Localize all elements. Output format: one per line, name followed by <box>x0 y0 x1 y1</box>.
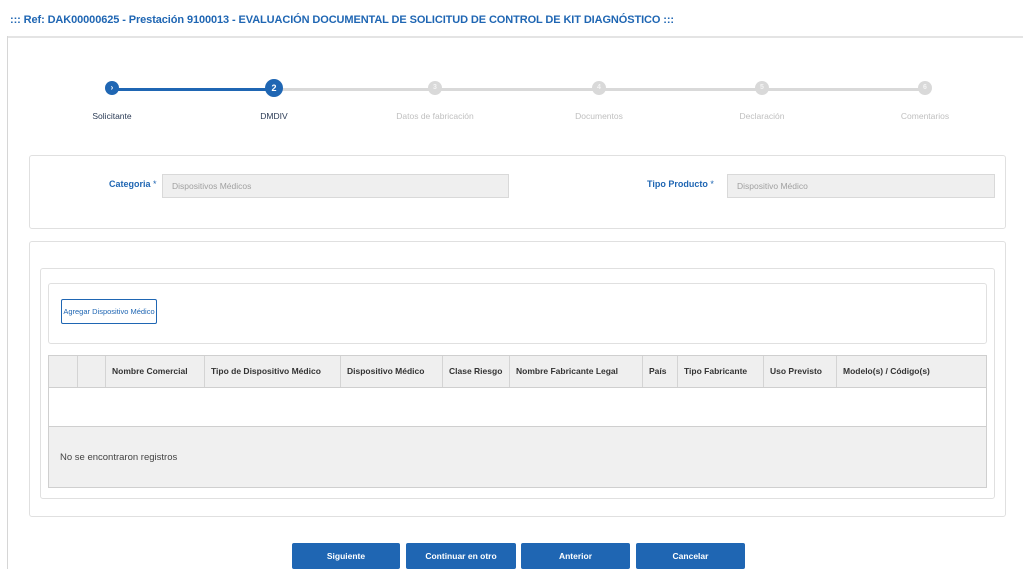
step-2-circle[interactable]: 2 <box>265 79 283 97</box>
step-5-circle: 5 <box>755 81 769 95</box>
step-6-label: Comentarios <box>900 111 950 121</box>
column-header-pais[interactable]: País <box>643 356 678 387</box>
column-header-fabricante-legal[interactable]: Nombre Fabricante Legal <box>510 356 643 387</box>
step-3-circle: 3 <box>428 81 442 95</box>
progress-stepper: › 2 3 4 5 6 Solicitante DMDIV Datos de f… <box>0 0 1023 140</box>
categoria-field[interactable]: Dispositivos Médicos <box>162 174 509 198</box>
tipo-producto-label: Tipo Producto * <box>647 179 714 189</box>
previous-button[interactable]: Anterior <box>521 543 630 569</box>
add-device-button[interactable]: Agregar Dispositivo Médico <box>61 299 157 324</box>
column-header-modelos-codigos[interactable]: Modelo(s) / Código(s) <box>837 356 986 387</box>
categoria-label: Categoria * <box>109 179 157 189</box>
column-header-tipo-fabricante[interactable]: Tipo Fabricante <box>678 356 764 387</box>
tipo-producto-label-text: Tipo Producto <box>647 179 708 189</box>
column-header-uso-previsto[interactable]: Uso Previsto <box>764 356 837 387</box>
empty-message: No se encontraron registros <box>49 427 986 487</box>
cancel-button[interactable]: Cancelar <box>636 543 745 569</box>
step-4-label: Documentos <box>575 111 623 121</box>
next-button[interactable]: Siguiente <box>292 543 400 569</box>
step-4-circle: 4 <box>592 81 606 95</box>
step-6-circle: 6 <box>918 81 932 95</box>
column-header-select <box>49 356 78 387</box>
step-3-label: Datos de fabricación <box>396 111 474 121</box>
column-header-nombre-comercial[interactable]: Nombre Comercial <box>106 356 205 387</box>
categoria-label-text: Categoria <box>109 179 151 189</box>
devices-table: Nombre Comercial Tipo de Dispositivo Méd… <box>48 355 987 488</box>
column-header-tipo-dispositivo[interactable]: Tipo de Dispositivo Médico <box>205 356 341 387</box>
step-1-label[interactable]: Solicitante <box>52 111 172 121</box>
continue-later-button[interactable]: Continuar en otro momento <box>406 543 516 569</box>
step-5-label: Declaración <box>739 111 785 121</box>
required-marker: * <box>153 179 157 189</box>
column-header-clase-riesgo[interactable]: Clase Riesgo <box>443 356 510 387</box>
column-header-actions <box>78 356 106 387</box>
table-row <box>49 388 986 427</box>
step-1-check-icon[interactable]: › <box>105 81 119 95</box>
step-2-label[interactable]: DMDIV <box>214 111 334 121</box>
stepper-line-1 <box>118 88 273 91</box>
required-marker: * <box>710 179 714 189</box>
table-header: Nombre Comercial Tipo de Dispositivo Méd… <box>49 356 986 388</box>
tipo-producto-field[interactable]: Dispositivo Médico <box>727 174 995 198</box>
column-header-dispositivo-medico[interactable]: Dispositivo Médico <box>341 356 443 387</box>
devices-toolbar <box>48 283 987 344</box>
